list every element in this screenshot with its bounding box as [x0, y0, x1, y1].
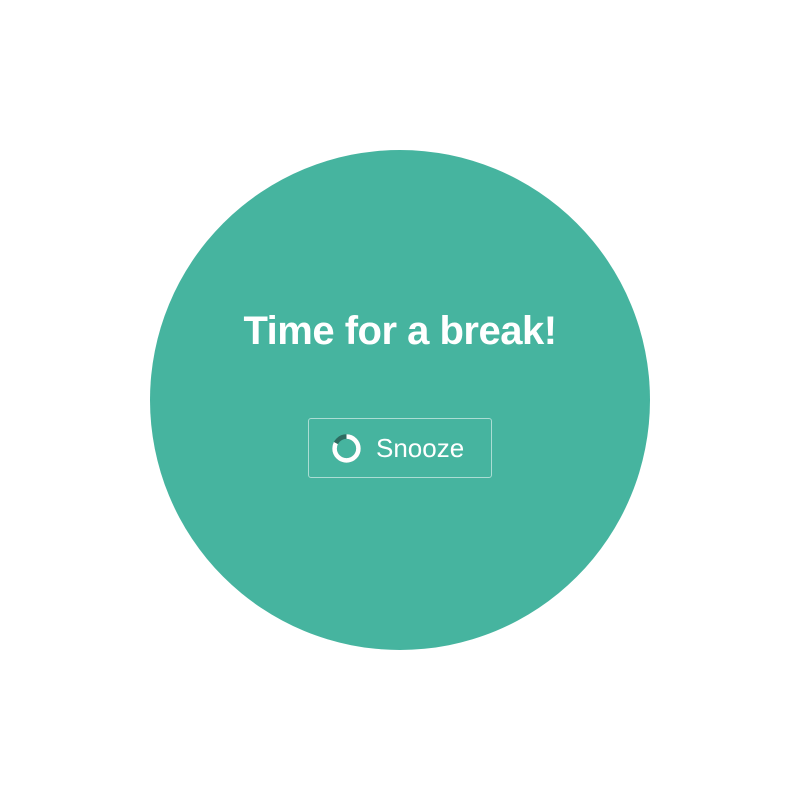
snooze-label: Snooze: [376, 433, 465, 463]
break-reminder-circle: [150, 150, 650, 650]
progress-ring-icon: [332, 433, 361, 463]
snooze-button[interactable]: Snooze: [308, 418, 492, 478]
break-title: Time for a break!: [243, 309, 557, 353]
